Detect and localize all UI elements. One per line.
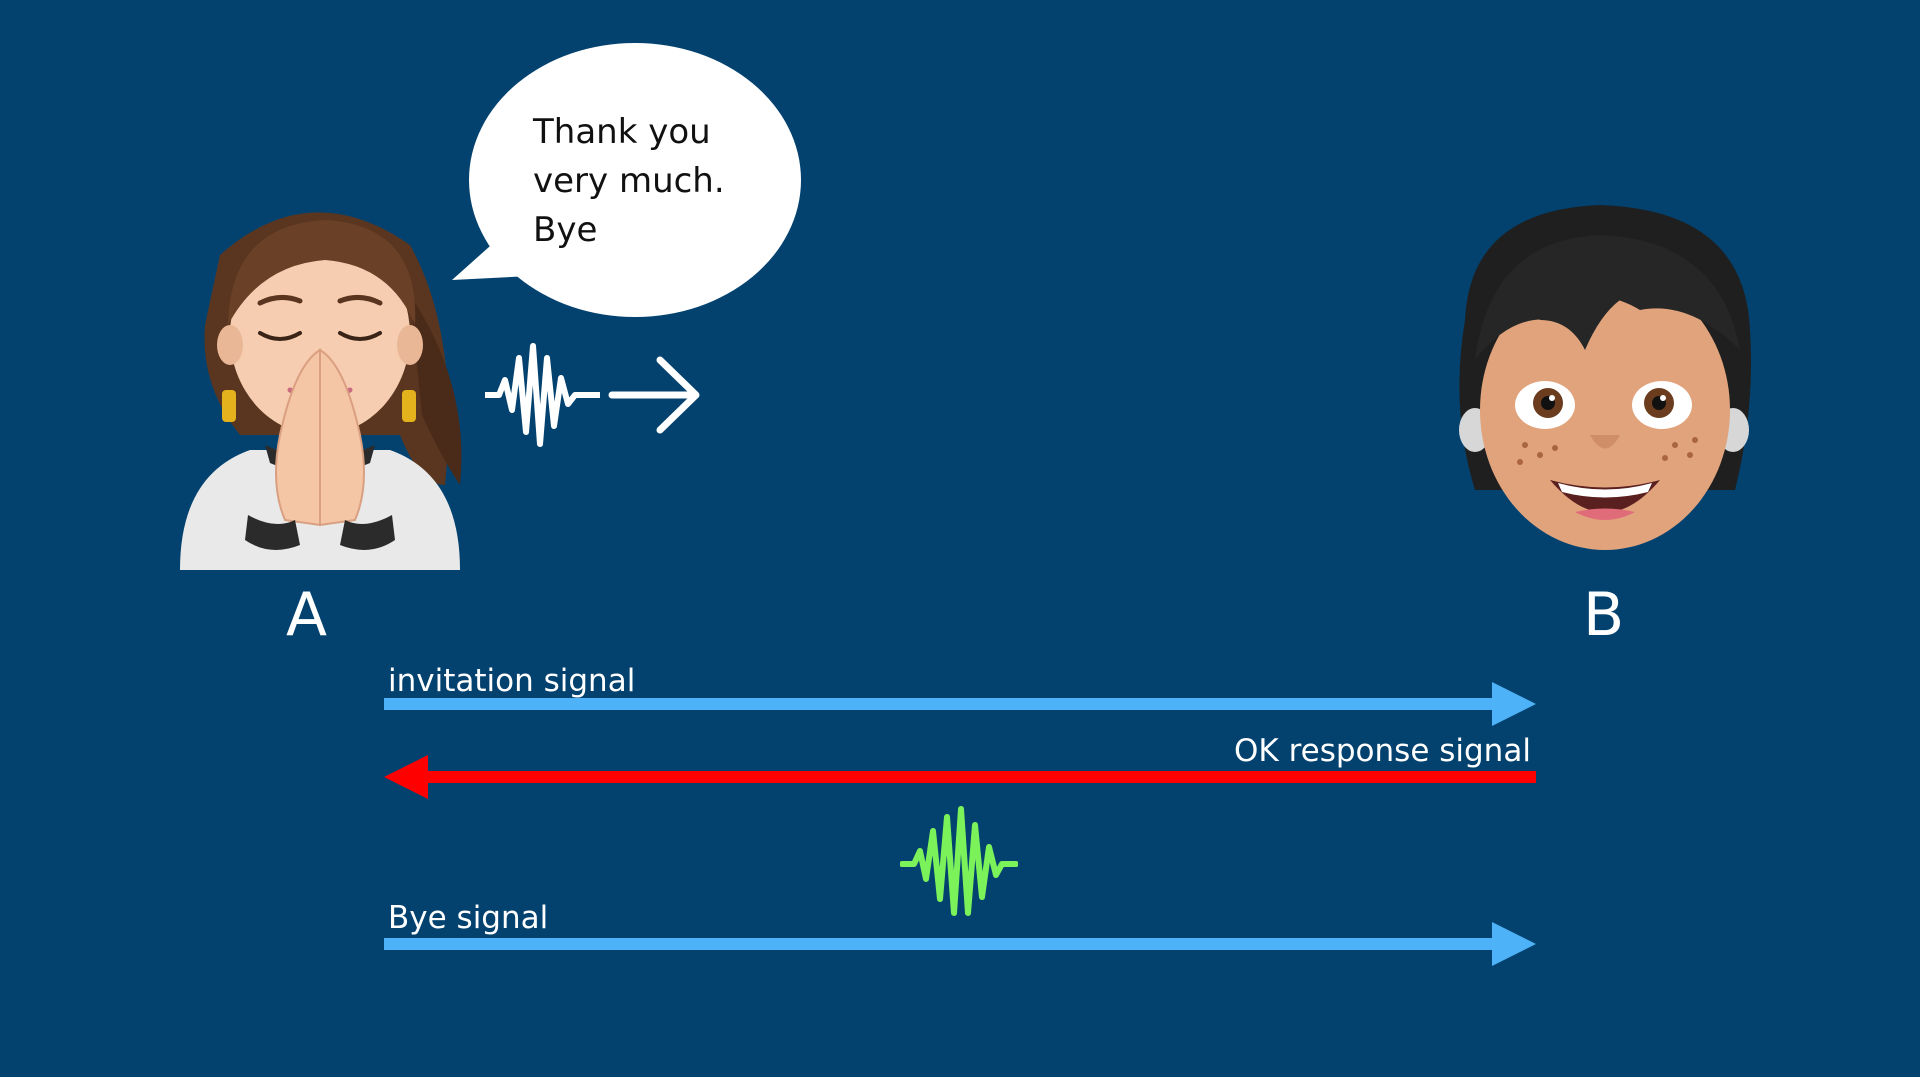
invitation-signal-arrow bbox=[384, 682, 1536, 726]
diagram-canvas: Thank you very much. Bye A B invitation … bbox=[0, 0, 1920, 1077]
party-b-label: B bbox=[1583, 580, 1625, 650]
sound-wave-icon bbox=[485, 343, 600, 447]
ok-response-signal-arrow bbox=[384, 755, 1536, 799]
speech-text: Thank you very much. Bye bbox=[533, 112, 725, 250]
bye-signal-arrow bbox=[384, 922, 1536, 966]
woman-bowing-thanks-avatar-icon bbox=[180, 212, 462, 570]
party-a-label: A bbox=[286, 580, 328, 650]
media-sound-wave-icon bbox=[900, 806, 1018, 916]
smiling-boy-avatar-icon bbox=[1459, 205, 1751, 550]
right-arrow-icon bbox=[608, 356, 700, 434]
